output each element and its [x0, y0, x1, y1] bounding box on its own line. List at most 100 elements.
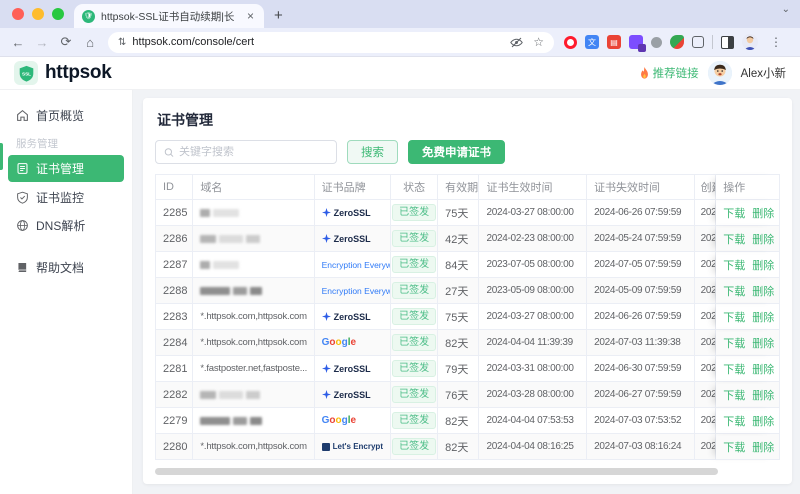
certificate-icon [17, 163, 28, 174]
cell-operations: 下载 删除 [716, 252, 779, 278]
apply-cert-button[interactable]: 免费申请证书 [408, 140, 505, 164]
side-panel-icon[interactable] [721, 35, 734, 49]
table-row: 2287 Encryption Everywhere™已签发84天2023-07-… [156, 252, 779, 278]
cell-id: 2288 [156, 278, 194, 304]
scrollbar-thumb[interactable] [155, 468, 718, 475]
cell-domain: *.httpsok.com,httpsok.com [193, 330, 315, 356]
cell-status: 已签发 [391, 278, 439, 304]
cert-management-card: 证书管理 搜索 免费申请证书 ID 域名 证书品牌 状态 有效期 [143, 98, 792, 484]
extensions-puzzle-icon[interactable] [692, 36, 704, 48]
search-button[interactable]: 搜索 [347, 140, 398, 164]
download-link[interactable]: 下载 [723, 231, 745, 247]
delete-link[interactable]: 删除 [752, 231, 774, 247]
eye-slash-icon[interactable] [510, 36, 524, 49]
cell-start-time: 2024-03-27 08:00:00 [479, 304, 588, 330]
translate-extension-icon[interactable]: 文 [585, 35, 599, 49]
extensions-tray: 文 ▤ ⋮ [558, 34, 792, 52]
cell-id: 2286 [156, 226, 194, 252]
cell-created-time: 2024 [694, 226, 717, 252]
reload-icon[interactable]: ⟳ [56, 34, 76, 50]
shield-check-icon [17, 191, 28, 204]
active-indicator [0, 143, 3, 170]
download-link[interactable]: 下载 [723, 387, 745, 403]
browser-profile-avatar[interactable] [742, 34, 758, 50]
browser-menu-icon[interactable]: ⋮ [766, 35, 786, 49]
tab-title: httpsok-SSL证书自动续期|长 [101, 10, 235, 23]
pdf-extension-icon[interactable]: ▤ [607, 35, 621, 49]
delete-link[interactable]: 删除 [752, 283, 774, 299]
delete-link[interactable]: 删除 [752, 387, 774, 403]
delete-link[interactable]: 删除 [752, 335, 774, 351]
zerossl-star-icon [321, 234, 331, 243]
domain-text: *.httpsok.com,httpsok.com [200, 311, 307, 322]
sidebar-item-overview[interactable]: 首页概览 [8, 102, 124, 128]
cell-id: 2283 [156, 304, 194, 330]
close-window-button[interactable] [12, 8, 24, 20]
toolbar-divider [712, 35, 713, 49]
search-box[interactable] [155, 140, 337, 164]
cell-operations: 下载 删除 [716, 434, 779, 460]
tab-favicon-icon: 🛡 [82, 9, 95, 23]
download-link[interactable]: 下载 [723, 205, 745, 221]
delete-link[interactable]: 删除 [752, 361, 774, 377]
download-link[interactable]: 下载 [723, 413, 745, 429]
referral-link[interactable]: 推荐链接 [639, 65, 699, 81]
sidebar-item-cert-management[interactable]: 证书管理 [8, 155, 124, 182]
sidebar-item-dns[interactable]: DNS解析 [8, 212, 124, 238]
forward-icon[interactable]: → [32, 35, 52, 50]
cell-brand: ZeroSSL [314, 200, 392, 226]
maximize-window-button[interactable] [52, 8, 64, 20]
dart-extension-icon[interactable] [670, 35, 684, 49]
minimize-window-button[interactable] [32, 8, 44, 20]
purple-extension-icon[interactable] [629, 35, 646, 52]
ssl-shield-icon: SSL [14, 61, 38, 85]
col-validity: 有效期 [438, 175, 480, 200]
delete-link[interactable]: 删除 [752, 309, 774, 325]
cell-domain: *.httpsok.com,httpsok.com [193, 304, 315, 330]
tab-close-icon[interactable]: × [245, 9, 256, 23]
user-avatar[interactable] [707, 61, 732, 85]
download-link[interactable]: 下载 [723, 335, 745, 351]
download-link[interactable]: 下载 [723, 361, 745, 377]
tab-strip: 🛡 httpsok-SSL证书自动续期|长 × + ⌄ [0, 0, 800, 28]
app-wordmark: httpsok [45, 62, 112, 83]
address-bar[interactable]: ⇅ httpsok.com/console/cert ☆ [108, 31, 554, 53]
bookmark-star-icon[interactable]: ☆ [533, 35, 544, 49]
tab-search-chevron-icon[interactable]: ⌄ [782, 4, 790, 15]
globe-icon [17, 219, 28, 231]
browser-tab[interactable]: 🛡 httpsok-SSL证书自动续期|长 × [74, 4, 264, 28]
cell-domain [193, 200, 315, 226]
download-link[interactable]: 下载 [723, 283, 745, 299]
username[interactable]: Alex小新 [741, 65, 786, 81]
app-logo[interactable]: SSL httpsok [14, 61, 112, 85]
new-tab-button[interactable]: + [264, 7, 295, 28]
cell-created-time: 2024 [694, 304, 717, 330]
cell-id: 2282 [156, 382, 194, 408]
status-badge: 已签发 [392, 360, 437, 377]
delete-link[interactable]: 删除 [752, 257, 774, 273]
cell-domain [193, 252, 315, 278]
col-created: 创建时间 [694, 175, 717, 200]
search-input[interactable] [179, 146, 328, 158]
zerossl-star-icon [321, 312, 331, 321]
delete-link[interactable]: 删除 [752, 439, 774, 455]
horizontal-scrollbar[interactable] [155, 468, 780, 476]
delete-link[interactable]: 删除 [752, 413, 774, 429]
download-link[interactable]: 下载 [723, 257, 745, 273]
svg-text:SSL: SSL [21, 71, 30, 76]
gray-extension-icon[interactable] [651, 36, 662, 48]
sidebar-item-cert-monitor[interactable]: 证书监控 [8, 184, 124, 210]
cell-operations: 下载 删除 [716, 226, 779, 252]
sidebar-item-help-docs[interactable]: 帮助文档 [8, 254, 124, 280]
opera-extension-icon[interactable] [564, 35, 577, 49]
cell-id: 2281 [156, 356, 194, 382]
home-icon[interactable]: ⌂ [80, 35, 100, 50]
site-settings-icon[interactable]: ⇅ [118, 37, 126, 48]
back-icon[interactable]: ← [8, 35, 28, 50]
download-link[interactable]: 下载 [723, 439, 745, 455]
download-link[interactable]: 下载 [723, 309, 745, 325]
url-text[interactable]: httpsok.com/console/cert [132, 36, 504, 48]
flame-icon [640, 67, 648, 79]
delete-link[interactable]: 删除 [752, 205, 774, 221]
cell-end-time: 2024-05-09 07:59:59 [587, 278, 695, 304]
